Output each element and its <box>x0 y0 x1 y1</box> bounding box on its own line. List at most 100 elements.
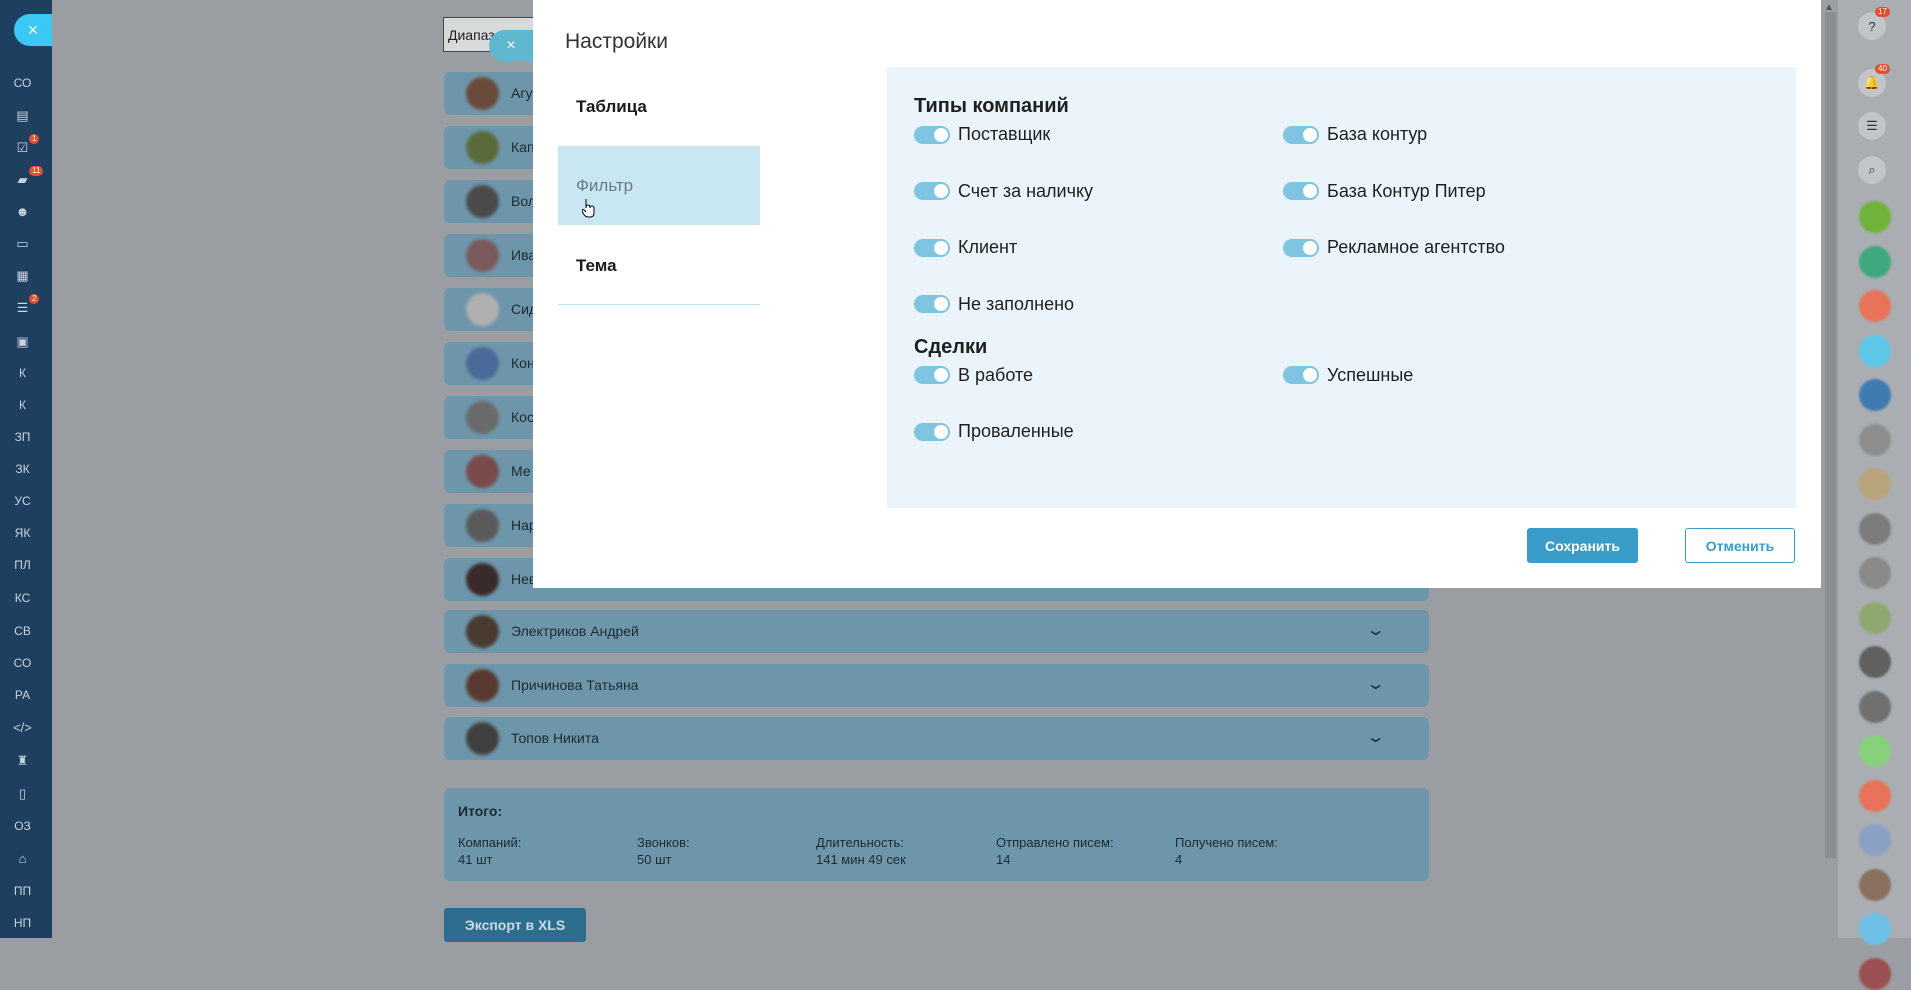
toggle-label: Счет за наличку <box>958 180 1094 201</box>
calendar-icon[interactable]: ▦ <box>0 264 45 286</box>
sidebar-item-10[interactable]: К <box>0 394 45 416</box>
contact-avatar[interactable] <box>1859 201 1891 233</box>
avatar <box>466 77 499 110</box>
notification-badge: 17 <box>1875 7 1890 17</box>
total-label: Звонков: <box>637 835 690 850</box>
toggle-switch[interactable] <box>914 238 950 257</box>
settings-modal: Настройки Таблица Фильтр Тема Типы компани… <box>533 0 1821 588</box>
toggle-item[interactable]: Поставщик <box>914 124 1050 145</box>
sidebar-glyph: ☻ <box>15 203 30 219</box>
chevron-down-icon[interactable]: ⌄ <box>1365 620 1385 640</box>
total-label: Длительность: <box>816 835 904 850</box>
toggle-item[interactable]: Успешные <box>1283 365 1413 386</box>
toggle-item[interactable]: База Контур Питер <box>1283 181 1486 202</box>
sidebar-item-16[interactable]: КС <box>0 587 45 609</box>
tab-2[interactable]: Тема <box>558 226 760 305</box>
sidebar-item-13[interactable]: УС <box>0 490 45 512</box>
toggle-label: База Контур Питер <box>1327 180 1486 201</box>
notification-badge: 2 <box>29 294 40 304</box>
avatar <box>466 563 499 596</box>
toggle-item[interactable]: База контур <box>1283 124 1427 145</box>
bell-icon[interactable]: 🔔 40 <box>1858 64 1890 97</box>
contact-avatar[interactable] <box>1859 779 1891 812</box>
sidebar-item-11[interactable]: ЗП <box>0 426 45 448</box>
toggle-switch[interactable] <box>1283 182 1319 200</box>
sidebar-item-19[interactable]: РА <box>0 684 45 706</box>
sidebar-item-23[interactable]: ОЗ <box>0 815 45 837</box>
chat-icon[interactable]: ▰ 11 <box>0 166 45 190</box>
sidebar-item-12[interactable]: ЗК <box>0 458 45 480</box>
sidebar-item-9[interactable]: К <box>0 362 45 384</box>
contact-avatar[interactable] <box>1859 646 1891 678</box>
avatar <box>466 347 499 380</box>
close-icon[interactable]: × <box>14 14 52 46</box>
contact-card-icon[interactable]: ▣ <box>0 330 45 352</box>
row-name: Ме <box>511 463 531 479</box>
contact-avatar[interactable] <box>1859 423 1891 456</box>
users-icon[interactable]: ☻ <box>0 200 45 222</box>
tab-0[interactable]: Таблица <box>558 67 760 146</box>
toggle-item[interactable]: Проваленные <box>914 421 1074 442</box>
contact-avatar[interactable] <box>1859 913 1891 945</box>
toggle-item[interactable]: Не заполнено <box>914 294 1074 315</box>
contact-avatar[interactable] <box>1859 957 1891 990</box>
toggle-item[interactable]: Счет за наличку <box>914 181 1093 202</box>
contact-avatar[interactable] <box>1859 290 1891 322</box>
chevron-down-icon[interactable]: ⌄ <box>1365 674 1385 694</box>
toggle-switch[interactable] <box>1283 125 1319 144</box>
modal-close-icon[interactable]: × <box>489 30 533 62</box>
toggle-switch[interactable] <box>1283 366 1319 384</box>
chat-bubble-icon[interactable]: ☰ <box>1858 112 1886 140</box>
sidebar-item-17[interactable]: СВ <box>0 620 45 642</box>
sidebar-item-15[interactable]: ПЛ <box>0 554 45 576</box>
tasks-icon[interactable]: ☑ 1 <box>0 134 45 158</box>
search-icon[interactable]: ⌕ <box>1858 156 1886 184</box>
toggle-switch[interactable] <box>1283 238 1319 257</box>
sidebar-item-25[interactable]: ПП <box>0 880 45 902</box>
contact-avatar[interactable] <box>1859 245 1891 278</box>
contact-avatar[interactable] <box>1859 868 1891 901</box>
toggle-switch[interactable] <box>914 125 950 144</box>
sidebar-item-0[interactable]: СО <box>0 72 45 94</box>
avatar <box>466 455 499 488</box>
bank-icon[interactable]: ⌂ <box>0 847 45 869</box>
chevron-down-icon[interactable]: ⌄ <box>1365 727 1385 747</box>
sidebar-item-18[interactable]: СО <box>0 652 45 674</box>
contact-avatar[interactable] <box>1859 512 1891 545</box>
contact-avatar[interactable] <box>1859 824 1891 856</box>
contact-avatar[interactable] <box>1859 735 1891 767</box>
sidebar-glyph: ▤ <box>16 107 29 123</box>
table-row[interactable]: Топов Никита ⌄ <box>444 717 1429 760</box>
contact-avatar[interactable] <box>1859 379 1891 411</box>
contact-avatar[interactable] <box>1859 601 1891 634</box>
scroll-thumb[interactable] <box>1825 12 1836 858</box>
document-icon[interactable]: ▯ <box>0 782 45 804</box>
contact-avatar[interactable] <box>1859 334 1891 367</box>
toggle-switch[interactable] <box>914 366 950 384</box>
contact-avatar[interactable] <box>1859 557 1891 589</box>
inbox-icon[interactable]: ▭ <box>0 232 45 254</box>
table-row[interactable]: Причинова Татьяна ⌄ <box>444 664 1429 707</box>
export-xls-button[interactable]: Экспорт в XLS <box>444 908 586 942</box>
newspaper-icon[interactable]: ▤ <box>0 104 45 126</box>
help-icon[interactable]: ? 17 <box>1858 7 1890 40</box>
toggle-item[interactable]: Рекламное агентство <box>1283 237 1505 258</box>
toggle-item[interactable]: Клиент <box>914 237 1017 258</box>
filter-icon[interactable]: ☰ 2 <box>0 294 45 318</box>
contact-avatar[interactable] <box>1859 690 1891 723</box>
sidebar-item-26[interactable]: НП <box>0 912 45 934</box>
save-button[interactable]: Сохранить <box>1527 528 1638 563</box>
contact-avatar[interactable] <box>1859 468 1891 500</box>
toggle-switch[interactable] <box>914 295 950 313</box>
table-row[interactable]: Электриков Андрей ⌄ <box>444 610 1429 653</box>
toggle-switch[interactable] <box>914 182 950 200</box>
toggle-item[interactable]: В работе <box>914 365 1033 386</box>
toggle-label: Успешные <box>1327 364 1414 385</box>
code-icon[interactable]: </> <box>0 716 45 738</box>
cancel-button[interactable]: Отменить <box>1685 528 1795 563</box>
sidebar-item-14[interactable]: ЯК <box>0 522 45 544</box>
total-label: Отправлено писем: <box>996 835 1114 850</box>
toggle-switch[interactable] <box>914 422 950 441</box>
toggle-label: Клиент <box>958 237 1018 257</box>
robot-icon[interactable]: ♜ <box>0 749 45 771</box>
